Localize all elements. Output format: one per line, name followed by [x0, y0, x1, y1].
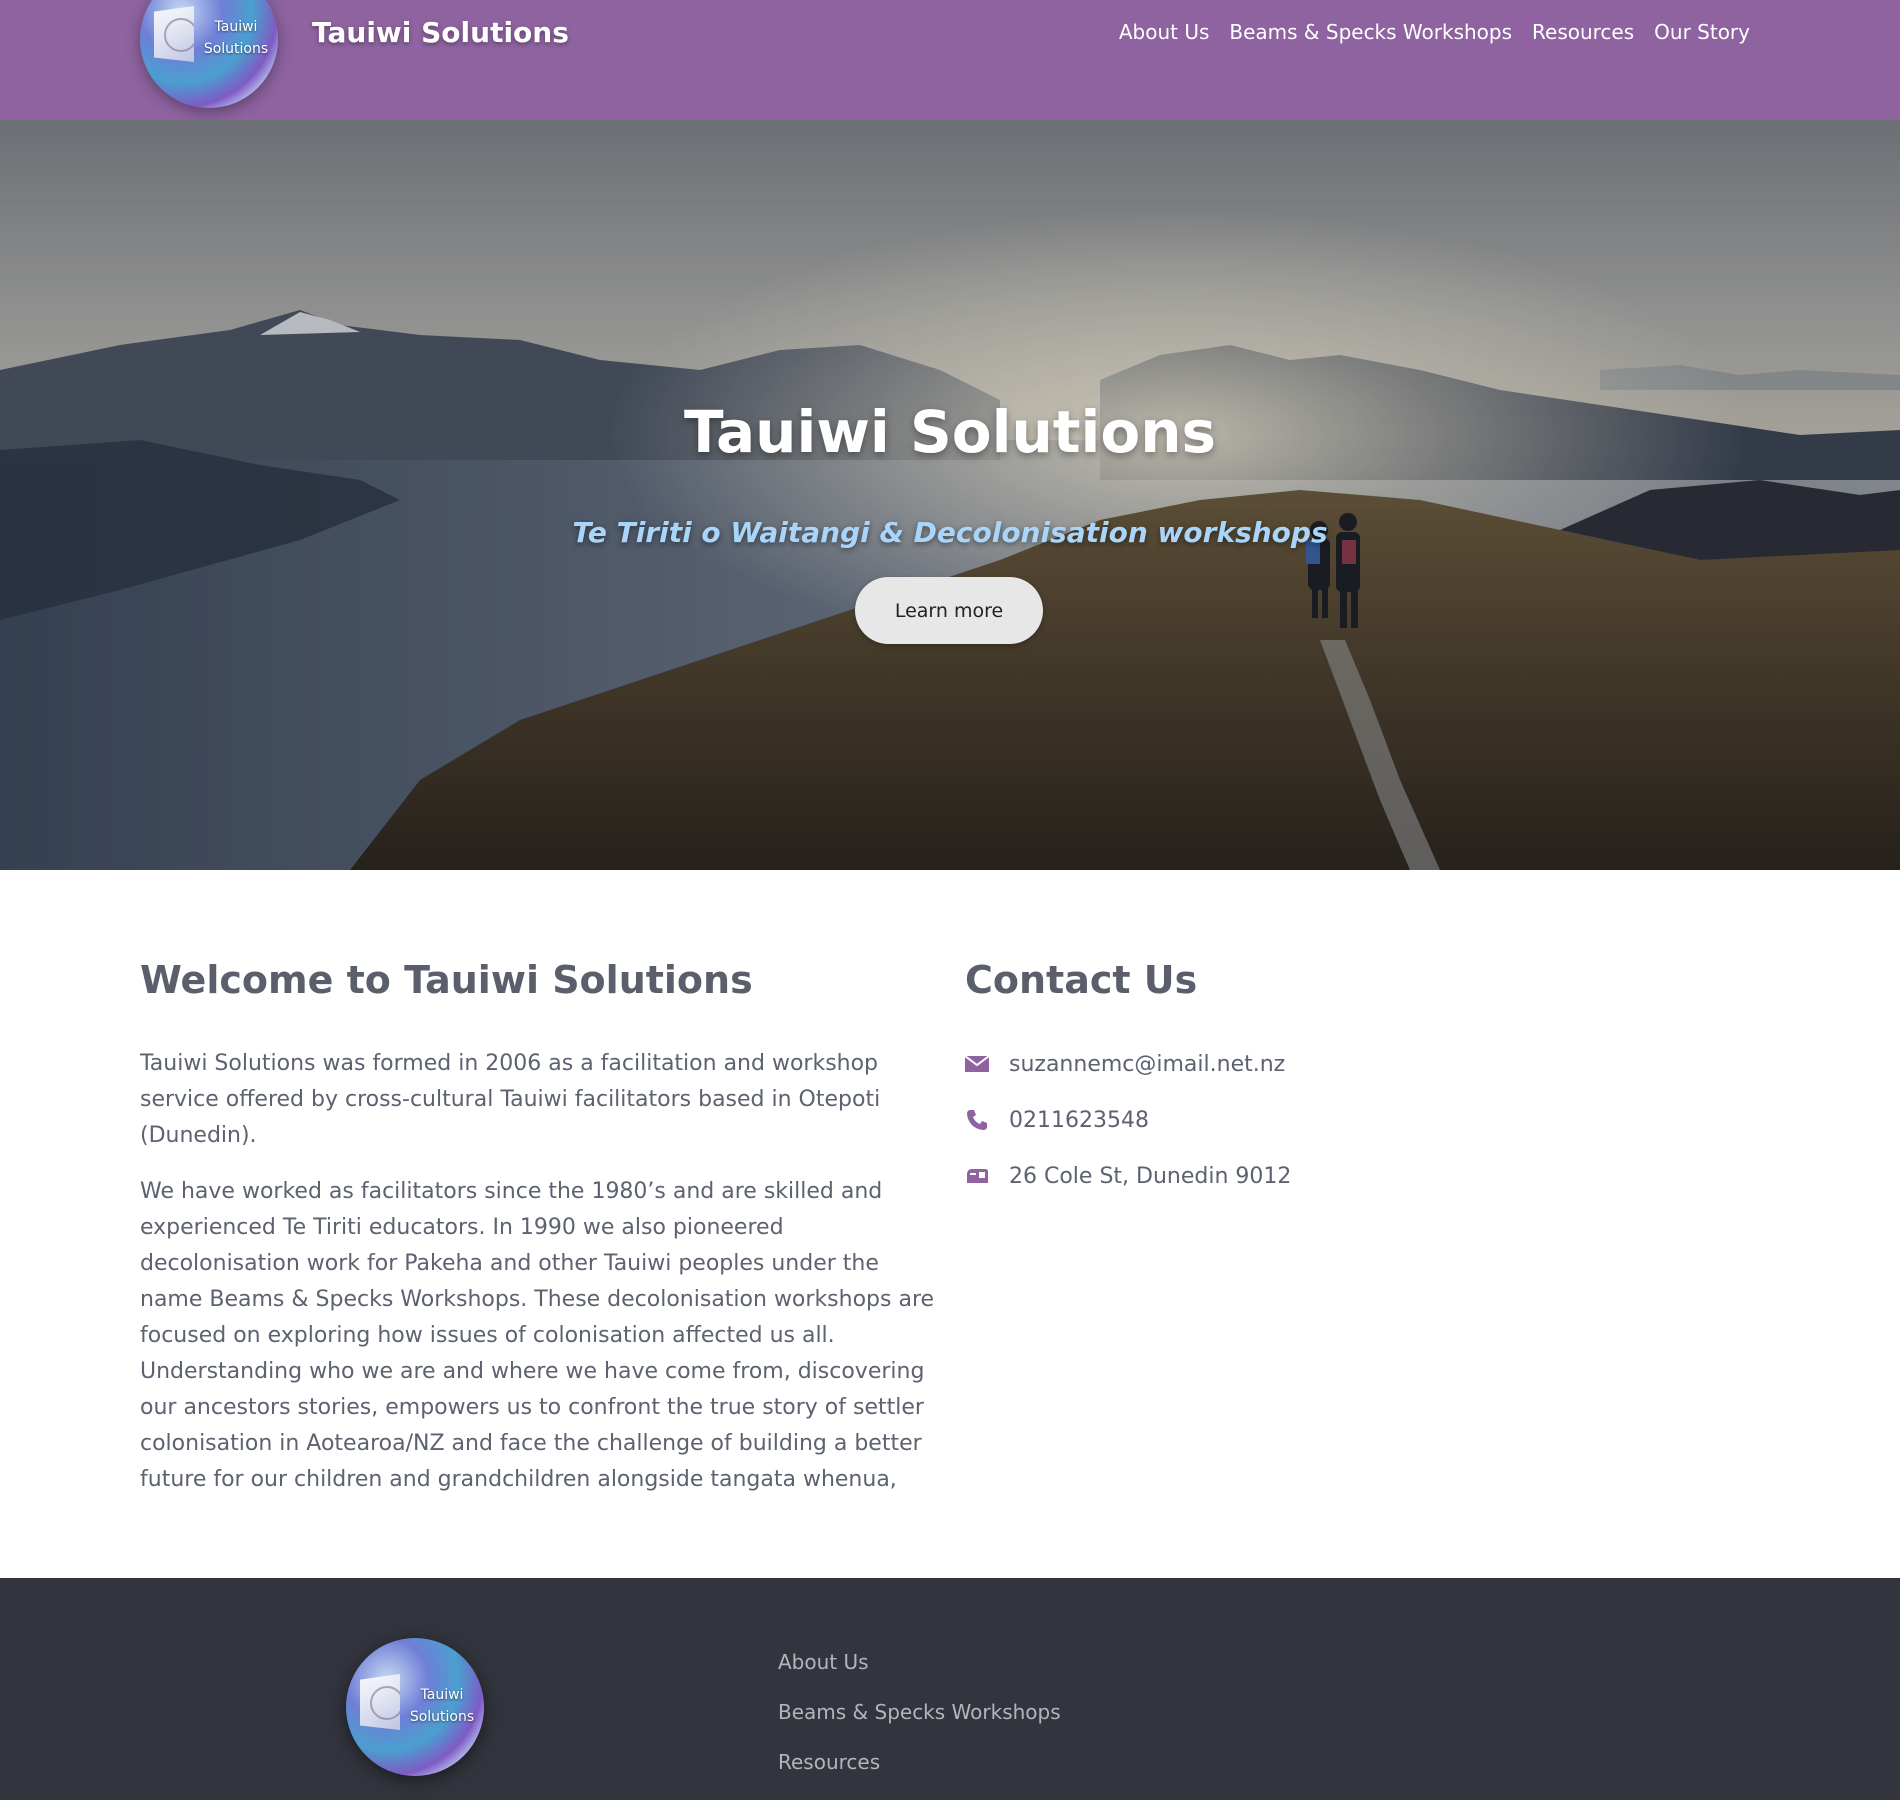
- footer-link-beams-specks-workshops[interactable]: Beams & Specks Workshops: [778, 1700, 1061, 1724]
- logo-text: Tauiwi Solutions: [404, 1684, 480, 1728]
- welcome-body: Tauiwi Solutions was formed in 2006 as a…: [140, 1046, 940, 1518]
- logo-line-2: Solutions: [409, 1709, 475, 1725]
- footer-logo[interactable]: Tauiwi Solutions: [346, 1638, 484, 1776]
- footer-link-about-us[interactable]: About Us: [778, 1650, 869, 1674]
- logo-line-1: Tauiwi: [214, 19, 258, 35]
- hero-title: Tauiwi Solutions: [683, 398, 1217, 466]
- logo-text: Tauiwi Solutions: [198, 16, 274, 60]
- main-nav: About Us Beams & Specks Workshops Resour…: [1119, 20, 1750, 44]
- nav-beams-specks-workshops[interactable]: Beams & Specks Workshops: [1229, 20, 1512, 44]
- site-footer: Tauiwi Solutions About Us Beams & Specks…: [0, 1578, 1900, 1800]
- hero-subtitle: Te Tiriti o Waitangi & Decolonisation wo…: [572, 516, 1328, 549]
- welcome-paragraph: Tauiwi Solutions was formed in 2006 as a…: [140, 1051, 881, 1148]
- contact-phone: 0211623548: [965, 1102, 1291, 1138]
- contact-email: suzannemc@imail.net.nz: [965, 1046, 1291, 1082]
- welcome-paragraph: We have worked as facilitators since the…: [140, 1179, 935, 1492]
- site-header: Tauiwi Solutions Tauiwi Solutions About …: [0, 0, 1900, 120]
- nav-resources[interactable]: Resources: [1532, 20, 1634, 44]
- contact-email-text[interactable]: suzannemc@imail.net.nz: [1009, 1052, 1285, 1077]
- phone-icon: [967, 1110, 987, 1130]
- logo-line-1: Tauiwi: [420, 1687, 464, 1703]
- mailbox-icon: [967, 1169, 988, 1183]
- hero-section: Tauiwi Solutions Te Tiriti o Waitangi & …: [0, 120, 1900, 870]
- nav-about-us[interactable]: About Us: [1119, 20, 1210, 44]
- brand-logo[interactable]: Tauiwi Solutions: [140, 0, 278, 108]
- logo-emblem-icon: [154, 6, 194, 62]
- contact-title: Contact Us: [965, 958, 1198, 1002]
- contact-phone-text[interactable]: 0211623548: [1009, 1108, 1149, 1133]
- learn-more-button[interactable]: Learn more: [855, 577, 1043, 644]
- contact-address-text: 26 Cole St, Dunedin 9012: [1009, 1163, 1292, 1189]
- nav-our-story[interactable]: Our Story: [1654, 20, 1750, 44]
- logo-line-2: Solutions: [203, 41, 269, 57]
- contact-address: 26 Cole St, Dunedin 9012: [965, 1158, 1291, 1194]
- envelope-icon: [965, 1055, 989, 1072]
- footer-link-item: About Us: [778, 1650, 1061, 1700]
- footer-link-item: Resources: [778, 1750, 1061, 1800]
- footer-link-item: Beams & Specks Workshops: [778, 1700, 1061, 1750]
- welcome-title: Welcome to Tauiwi Solutions: [140, 958, 753, 1002]
- footer-link-resources[interactable]: Resources: [778, 1750, 880, 1774]
- contact-list: suzannemc@imail.net.nz 0211623548 26 Col…: [965, 1046, 1291, 1214]
- brand-name[interactable]: Tauiwi Solutions: [312, 16, 569, 49]
- logo-emblem-icon: [360, 1674, 400, 1730]
- hero-overlay: [0, 120, 1900, 870]
- footer-links: About Us Beams & Specks Workshops Resour…: [778, 1650, 1061, 1800]
